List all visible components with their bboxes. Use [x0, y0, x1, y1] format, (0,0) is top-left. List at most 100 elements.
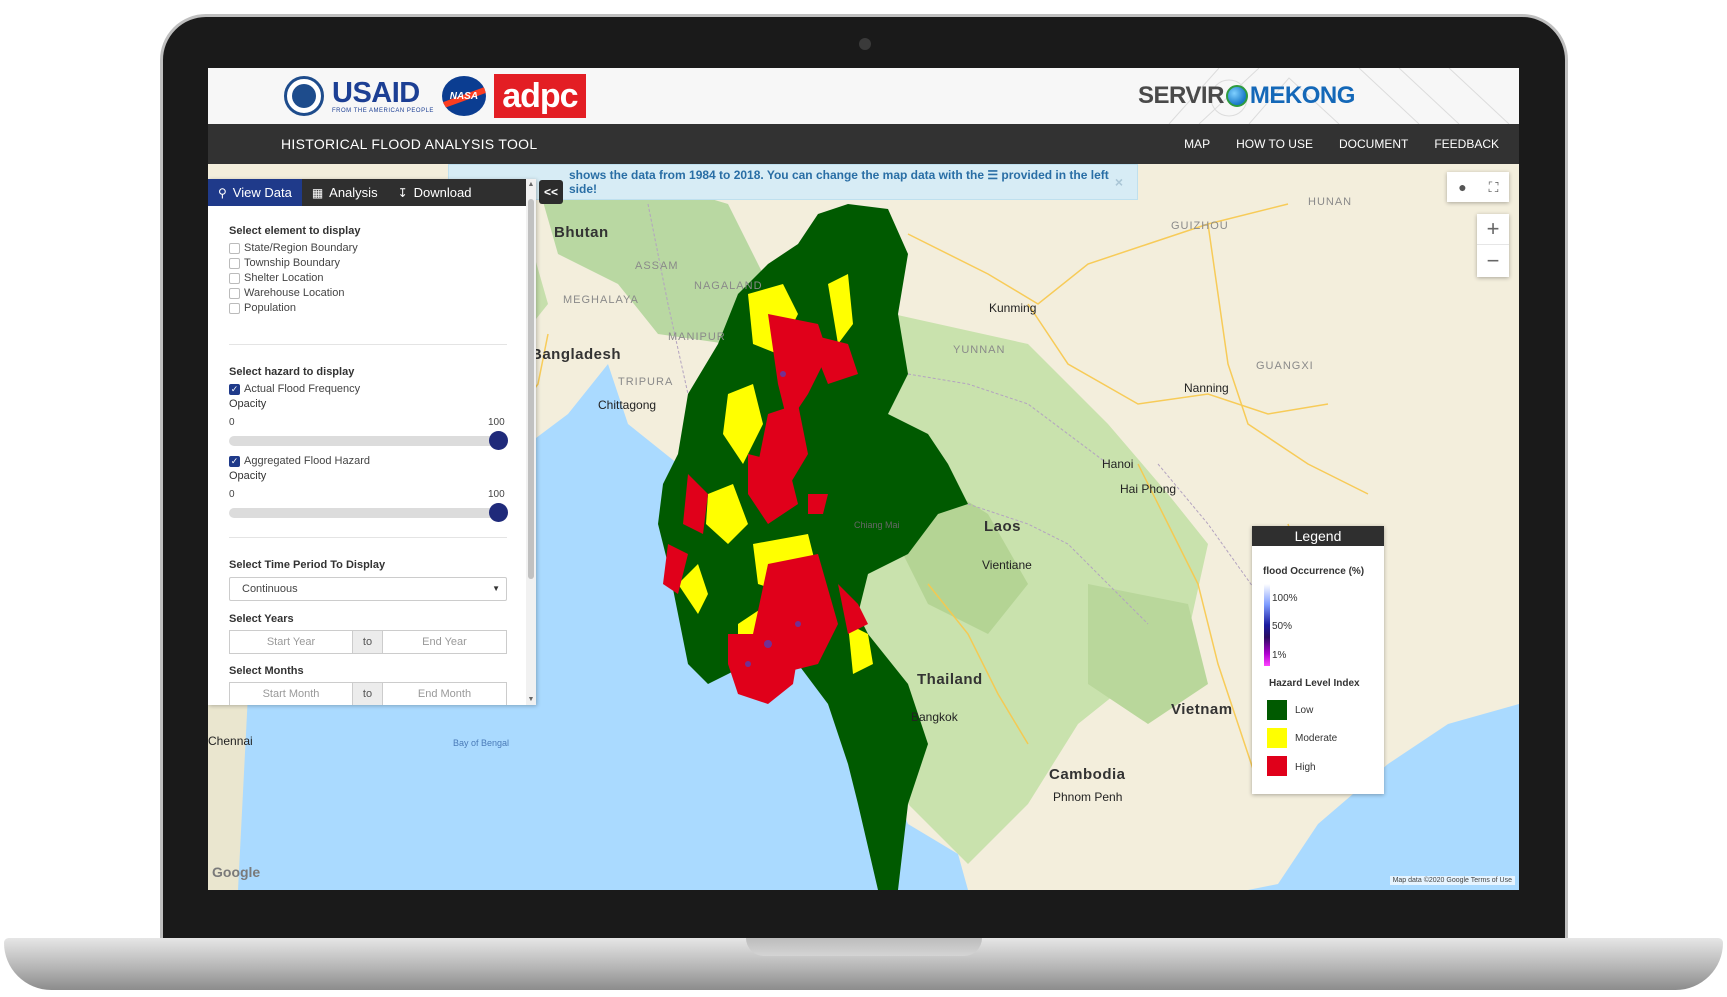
level-high: High	[1295, 762, 1316, 773]
panel-tabs: ⚲ View Data ▦ Analysis ↧ Download	[208, 179, 528, 206]
checkbox-state-region-boundary[interactable]: State/Region Boundary	[229, 242, 358, 254]
checkbox-township-boundary[interactable]: Township Boundary	[229, 257, 340, 269]
divider	[229, 537, 507, 538]
tab-label: Analysis	[329, 185, 378, 200]
tab-analysis[interactable]: ▦ Analysis	[302, 179, 388, 206]
nav-how-to-use[interactable]: HOW TO USE	[1236, 137, 1313, 151]
checkbox-label: Shelter Location	[244, 272, 324, 284]
label-thailand: Thailand	[917, 671, 983, 688]
ramp-label-50: 50%	[1272, 621, 1293, 632]
checkbox-label: State/Region Boundary	[244, 242, 358, 254]
nav-map[interactable]: MAP	[1184, 137, 1210, 151]
label-assam: ASSAM	[635, 260, 679, 272]
swatch-high	[1267, 756, 1287, 776]
usaid-logo: USAID FROM THE AMERICAN PEOPLE	[332, 76, 434, 114]
label-laos: Laos	[984, 518, 1022, 535]
scroll-thumb[interactable]	[528, 199, 534, 579]
label-guangxi: GUANGXI	[1256, 360, 1314, 372]
opacity-slider-2[interactable]	[229, 508, 507, 518]
opacity-slider-1[interactable]	[229, 436, 507, 446]
scroll-up-icon[interactable]: ▲	[527, 181, 535, 188]
opacity-slider-1-thumb[interactable]	[489, 431, 508, 450]
banner-close-button[interactable]: ×	[1115, 174, 1123, 190]
range-max: 100	[488, 417, 505, 428]
usaid-tagline: FROM THE AMERICAN PEOPLE	[332, 107, 434, 114]
checkbox-aggregated-flood-hazard[interactable]: ✓ Aggregated Flood Hazard	[229, 455, 370, 467]
to-label: to	[353, 682, 382, 705]
months-title: Select Months	[229, 665, 304, 677]
opacity-slider-2-thumb[interactable]	[489, 503, 508, 522]
globe-icon	[1225, 85, 1248, 107]
usaid-seal-icon	[284, 76, 324, 116]
tab-view-data[interactable]: ⚲ View Data	[208, 179, 302, 206]
time-period-select[interactable]: Continuous ▼	[229, 577, 507, 601]
checkbox-label: Aggregated Flood Hazard	[244, 455, 370, 467]
label-manipur: MANIPUR	[668, 331, 726, 343]
label-nanning: Nanning	[1184, 381, 1229, 395]
label-tripura: TRIPURA	[618, 376, 674, 388]
nav-feedback[interactable]: FEEDBACK	[1434, 137, 1499, 151]
to-label: to	[353, 630, 382, 654]
side-panel: ⚲ View Data ▦ Analysis ↧ Download ▲ ▼ Se…	[208, 179, 536, 705]
zoom-in-button[interactable]: +	[1477, 214, 1509, 245]
period-title: Select Time Period To Display	[229, 559, 386, 571]
nav-document[interactable]: DOCUMENT	[1339, 137, 1408, 151]
checkbox-shelter-location[interactable]: Shelter Location	[229, 272, 324, 284]
level-moderate: Moderate	[1295, 733, 1338, 744]
label-bangkok: Bangkok	[911, 710, 958, 724]
checkbox-warehouse-location[interactable]: Warehouse Location	[229, 287, 345, 299]
tab-download[interactable]: ↧ Download	[388, 179, 482, 206]
label-bhutan: Bhutan	[554, 224, 609, 241]
legend-panel: Legend flood Occurrence (%) 100% 50% 1% …	[1252, 526, 1384, 794]
opacity-label: Opacity	[229, 398, 267, 410]
webcam	[859, 38, 871, 50]
color-ramp	[1264, 584, 1270, 666]
label-phnom-penh: Phnom Penh	[1053, 790, 1123, 804]
ramp-label-1: 1%	[1272, 650, 1287, 661]
years-title: Select Years	[229, 613, 294, 625]
swatch-moderate	[1267, 728, 1287, 748]
scroll-down-icon[interactable]: ▼	[527, 696, 535, 703]
map-icon: ▦	[311, 185, 324, 200]
usaid-word: USAID	[332, 76, 420, 109]
end-month-input[interactable]: End Month	[382, 682, 507, 705]
start-year-input[interactable]: Start Year	[229, 630, 353, 654]
search-icon: ⚲	[218, 185, 227, 200]
hazard-title: Select hazard to display	[229, 366, 355, 378]
flood-occurrence-title: flood Occurrence (%)	[1263, 566, 1365, 577]
logo-bar: USAID FROM THE AMERICAN PEOPLE NASA adpc…	[208, 68, 1519, 124]
level-low: Low	[1295, 705, 1314, 716]
map-canvas[interactable]: Bhutan Bangladesh Laos Thailand Cambodia…	[208, 164, 1519, 890]
label-bangladesh: Bangladesh	[531, 346, 622, 363]
select-value: Continuous	[242, 583, 298, 595]
banner-text: shows the data from 1984 to 2018. You ca…	[569, 168, 1109, 196]
label-yunnan: YUNNAN	[953, 344, 1006, 356]
map-attribution[interactable]: Map data ©2020 Google Terms of Use	[1389, 876, 1515, 885]
laptop-notch	[746, 938, 982, 956]
checkbox-label: Actual Flood Frequency	[244, 383, 361, 395]
checkbox-label: Township Boundary	[244, 257, 341, 269]
nasa-logo: NASA	[441, 76, 486, 116]
start-month-input[interactable]: Start Month	[229, 682, 353, 705]
download-icon: ↧	[397, 185, 408, 200]
label-vietnam: Vietnam	[1171, 701, 1233, 718]
zoom-out-button[interactable]: −	[1477, 245, 1509, 276]
label-kunming: Kunming	[989, 301, 1037, 315]
collapse-panel-button[interactable]: <<	[539, 180, 563, 204]
location-pin-icon[interactable]: ●	[1447, 172, 1478, 202]
checkbox-population[interactable]: Population	[229, 302, 296, 314]
range-min: 0	[229, 417, 235, 428]
label-chiang-mai: Chiang Mai	[854, 520, 900, 530]
tab-label: Download	[413, 185, 472, 200]
swatch-low	[1267, 700, 1287, 720]
nasa-word: NASA	[449, 90, 479, 102]
label-bay-of-bengal: Bay of Bengal	[453, 738, 510, 748]
tab-label: View Data	[232, 185, 292, 200]
fullscreen-icon[interactable]: ⛶	[1478, 172, 1509, 202]
panel-scrollbar[interactable]: ▲ ▼	[526, 179, 536, 705]
end-year-input[interactable]: End Year	[382, 630, 507, 654]
dropdown-arrow-icon: ▼	[492, 584, 500, 593]
checkbox-actual-flood-frequency[interactable]: ✓ Actual Flood Frequency	[229, 383, 360, 395]
app-title: HISTORICAL FLOOD ANALYSIS TOOL	[281, 136, 538, 152]
label-chittagong: Chittagong	[598, 398, 657, 412]
